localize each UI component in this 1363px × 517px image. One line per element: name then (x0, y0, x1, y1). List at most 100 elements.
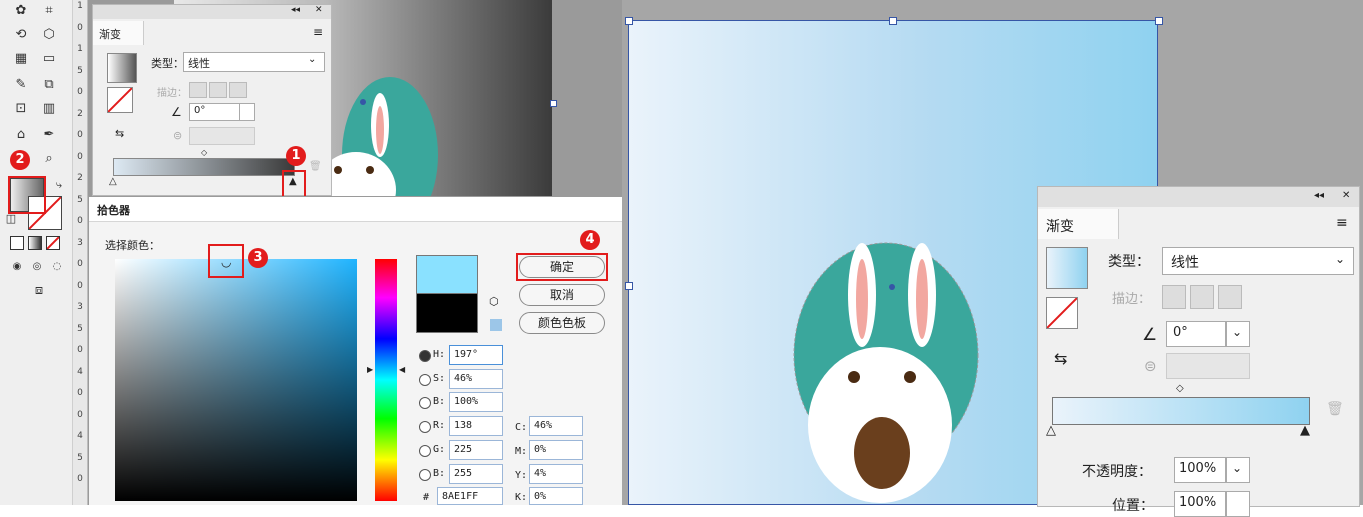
reverse-gradient-icon[interactable]: ⇆ (115, 127, 124, 140)
pen-icon[interactable]: ✒ (38, 126, 60, 144)
stroke-along-icon (1190, 285, 1214, 309)
draw-behind-icon[interactable]: ◎ (26, 258, 48, 276)
reverse-gradient-icon[interactable]: ⇆ (1054, 349, 1067, 368)
angle-input[interactable]: 0° (1166, 321, 1226, 347)
draw-inside-icon[interactable]: ◌ (46, 258, 68, 276)
none-mode-icon[interactable] (46, 236, 60, 250)
midpoint-diamond-icon[interactable]: ◇ (1176, 383, 1184, 394)
ruler-tick-label: 5 (77, 194, 83, 205)
b2-radio[interactable] (419, 469, 431, 481)
position-input[interactable]: 100% (1174, 491, 1226, 517)
m-input[interactable]: 0% (529, 440, 583, 460)
position-dropdown[interactable] (1226, 491, 1250, 517)
c-input[interactable]: 46% (529, 416, 583, 436)
close-icon[interactable]: ✕ (315, 5, 323, 15)
collapse-icon[interactable]: ◂◂ (1314, 190, 1324, 201)
tab-gradient[interactable]: 渐变 (93, 21, 144, 45)
gradient-mode-icon[interactable] (28, 236, 42, 250)
swap-fill-stroke-icon[interactable]: ⤷ (48, 176, 70, 194)
k-label: K: (515, 492, 528, 503)
opacity-dropdown[interactable]: ⌄ (1226, 457, 1250, 483)
b-radio[interactable] (419, 397, 431, 409)
s-radio[interactable] (419, 374, 431, 386)
bar-chart-icon[interactable]: ▥ (38, 100, 60, 118)
opacity-input[interactable]: 100% (1174, 457, 1226, 483)
cube-icon[interactable]: ⬡ (489, 295, 499, 308)
r-input[interactable]: 138 (449, 416, 503, 436)
mesh-icon[interactable]: ▦ (10, 50, 32, 68)
type-select[interactable]: 线性 ⌄ (183, 52, 325, 72)
b-input[interactable]: 100% (449, 392, 503, 412)
s-input[interactable]: 46% (449, 369, 503, 389)
web-safe-swatch[interactable] (490, 319, 502, 331)
h-input[interactable]: 197° (449, 345, 503, 365)
angle-icon: ∠ (171, 105, 182, 119)
rotate-view-icon[interactable]: ⟲ (10, 26, 32, 44)
type-select-value: 线性 (188, 57, 210, 70)
b2-input[interactable]: 255 (449, 464, 503, 484)
midpoint-diamond-icon[interactable]: ◇ (201, 148, 207, 157)
eyedropper-icon[interactable]: ✎ (10, 76, 32, 94)
cancel-button[interactable]: 取消 (519, 284, 605, 306)
hex-input[interactable]: 8AE1FF (437, 487, 503, 505)
hue-slider-left-arrow[interactable]: ▶ (367, 365, 373, 374)
artboard-icon[interactable]: ⊡ (10, 100, 32, 118)
close-icon[interactable]: ✕ (1342, 190, 1350, 201)
color-swatches-button[interactable]: 颜色色板 (519, 312, 605, 334)
selection-handle[interactable] (1155, 17, 1163, 25)
ruler-tick-label: 3 (77, 302, 83, 312)
collapse-icon[interactable]: ◂◂ (291, 5, 300, 15)
tab-gradient-label: 渐变 (99, 28, 121, 41)
marker-1: 1 (286, 146, 306, 166)
type-label: 类型： (151, 57, 184, 70)
y-input[interactable]: 4% (529, 464, 583, 484)
color-mode-icon[interactable] (10, 236, 24, 250)
selection-handle[interactable] (625, 282, 633, 290)
color-stop-start[interactable]: △ (1046, 423, 1056, 438)
column-graph-icon[interactable]: ⌗ (38, 2, 60, 20)
g-input[interactable]: 225 (449, 440, 503, 460)
rectangle-icon[interactable]: ▭ (38, 50, 60, 68)
selection-handle[interactable] (625, 17, 633, 25)
blend-icon[interactable]: ⧉ (38, 76, 60, 94)
panel-menu-icon[interactable]: ≡ (313, 25, 323, 39)
h-radio[interactable] (419, 350, 431, 362)
color-stop-end[interactable]: ▲ (1300, 423, 1310, 438)
current-color-preview[interactable] (416, 293, 478, 333)
tab-gradient[interactable]: 渐变 (1038, 209, 1119, 239)
k-input[interactable]: 0% (529, 487, 583, 505)
panel-header-bar: ◂◂ ✕ (1038, 187, 1359, 207)
gradient-thumbnail[interactable] (107, 53, 137, 83)
gradient-thumbnail[interactable] (1046, 247, 1088, 289)
g-radio[interactable] (419, 445, 431, 457)
r-radio[interactable] (419, 421, 431, 433)
color-stop-start[interactable]: △ (109, 176, 117, 187)
zoom-icon[interactable]: ⌕ (38, 150, 60, 168)
draw-normal-icon[interactable]: ◉ (6, 258, 28, 276)
angle-dropdown[interactable]: ⌄ (1226, 321, 1250, 347)
panel-menu-icon[interactable]: ≡ (1336, 215, 1348, 231)
type-select[interactable]: 线性 ⌄ (1162, 247, 1354, 275)
stroke-within-icon (1162, 285, 1186, 309)
opacity-value: 100% (1179, 461, 1217, 476)
marker-2: 2 (10, 150, 30, 170)
angle-dropdown[interactable] (239, 103, 255, 121)
stroke-within-icon (189, 82, 207, 98)
hue-slider[interactable] (375, 259, 397, 501)
tools-panel: ✿ ⌗ ⟲ ⬡ ▦ ▭ ✎ ⧉ ⊡ ▥ ⌂ ✒ ⌕ ⤷ ◫ ◉ ◎ ◌ ⧈ (0, 0, 73, 505)
hue-slider-right-arrow[interactable]: ◀ (399, 365, 405, 374)
stroke-thumbnail[interactable] (1046, 297, 1078, 329)
symbol-sprayer-icon[interactable]: ✿ (10, 2, 32, 20)
selection-handle[interactable] (550, 100, 557, 107)
angle-icon: ∠ (1142, 325, 1158, 345)
selection-handle[interactable] (889, 17, 897, 25)
screen-mode-icon[interactable]: ⧈ (28, 282, 50, 300)
ruler-tick-label: 0 (77, 216, 83, 226)
stroke-thumbnail[interactable] (107, 87, 133, 113)
gradient-slider[interactable] (1052, 397, 1310, 425)
angle-input[interactable]: 0° (189, 103, 241, 121)
perspective-icon[interactable]: ⬡ (38, 26, 60, 44)
color-field[interactable] (115, 259, 357, 501)
gradient-slider[interactable] (113, 158, 295, 176)
eraser-icon[interactable]: ⌂ (10, 126, 32, 144)
